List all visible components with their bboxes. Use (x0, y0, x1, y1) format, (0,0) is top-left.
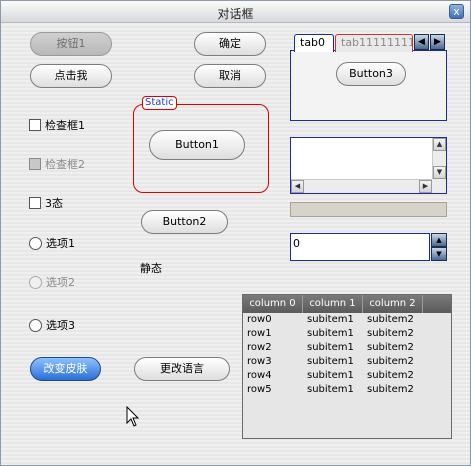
table-row[interactable]: row0 subitem1 subitem2 (243, 313, 451, 327)
radio-1[interactable]: 选项1 (29, 235, 75, 251)
table-cell: row2 (247, 342, 272, 353)
button1[interactable]: Button1 (149, 130, 245, 160)
table-row[interactable]: row2 subitem1 subitem2 (243, 341, 451, 355)
checkbox-tristate[interactable]: 3态 (29, 195, 63, 211)
tab-0[interactable]: tab0 (294, 34, 334, 52)
button1-disabled: 按钮1 (30, 32, 112, 56)
radio-label: 选项2 (46, 276, 75, 289)
column-header[interactable]: column 2 (363, 295, 423, 313)
table-row[interactable]: row5 subitem1 subitem2 (243, 383, 451, 397)
radio-label: 选项1 (46, 237, 75, 250)
button3[interactable]: Button3 (336, 62, 406, 86)
ok-button[interactable]: 确定 (194, 32, 266, 56)
arrow-right-icon[interactable]: ▶ (430, 34, 445, 50)
table-cell: subitem1 (307, 342, 354, 353)
arrow-up-icon[interactable]: ▲ (431, 233, 447, 247)
table-cell: row3 (247, 356, 272, 367)
tab-scroll-arrows: ◀ ▶ (414, 34, 445, 50)
radio-circle[interactable] (29, 236, 42, 250)
table-cell: subitem2 (367, 342, 414, 353)
static-label: 静态 (140, 262, 162, 275)
checkbox-2: 检查框2 (29, 156, 85, 172)
spin-buttons: ▲ ▼ (431, 233, 447, 261)
checkbox-box[interactable] (29, 197, 41, 209)
table-row[interactable]: row4 subitem1 subitem2 (243, 369, 451, 383)
checkbox-label: 检查框2 (45, 158, 85, 171)
table-cell: subitem2 (367, 370, 414, 381)
group-box-label: Static (142, 96, 177, 110)
table-cell: subitem1 (307, 328, 354, 339)
column-header-filler (423, 295, 451, 313)
table-header: column 0 column 1 column 2 (243, 295, 451, 313)
table-cell: subitem2 (367, 384, 414, 395)
scroll-left-icon[interactable]: ◀ (291, 180, 304, 193)
close-icon[interactable]: x (449, 4, 464, 19)
table-cell: subitem2 (367, 314, 414, 325)
table-cell: row4 (247, 370, 272, 381)
table-cell: subitem2 (367, 328, 414, 339)
button2[interactable]: Button2 (141, 210, 228, 234)
table-cell: subitem2 (367, 356, 414, 367)
table-cell: subitem1 (307, 384, 354, 395)
table-cell: subitem1 (307, 370, 354, 381)
scroll-up-icon[interactable]: ▲ (433, 138, 446, 151)
table-cell: subitem1 (307, 356, 354, 367)
radio-label: 选项3 (46, 319, 75, 332)
cancel-button[interactable]: 取消 (194, 64, 266, 88)
scroll-down-icon[interactable]: ▼ (433, 166, 446, 179)
arrow-left-icon[interactable]: ◀ (414, 34, 429, 50)
column-header[interactable]: column 1 (303, 295, 363, 313)
table-cell: subitem1 (307, 314, 354, 325)
checkbox-1[interactable]: 检查框1 (29, 117, 85, 133)
table-row[interactable]: row3 subitem1 subitem2 (243, 355, 451, 369)
column-header[interactable]: column 0 (243, 295, 303, 313)
checkbox-label: 检查框1 (45, 119, 85, 132)
change-skin-button[interactable]: 改变皮肤 (30, 357, 101, 381)
window-title: 对话框 (217, 7, 254, 21)
vertical-scrollbar[interactable]: ▲ ▼ (432, 138, 446, 179)
radio-circle (29, 275, 42, 289)
scrollbar-corner (432, 179, 446, 193)
tab-panel: Button3 (290, 50, 447, 121)
checkbox-label: 3态 (45, 197, 63, 210)
tab-1[interactable]: tab11111111 (335, 34, 413, 52)
change-language-button[interactable]: 更改语言 (134, 357, 230, 381)
arrow-down-icon[interactable]: ▼ (431, 247, 447, 261)
radio-3[interactable]: 选项3 (29, 317, 75, 333)
checkbox-box (29, 158, 41, 170)
checkbox-box[interactable] (29, 119, 41, 131)
horizontal-scrollbar[interactable]: ◀ ▶ (291, 179, 432, 193)
dialog-client-area: 按钮1 点击我 确定 取消 检查框1 检查框2 3态 选项1 选项2 选项3 改… (1, 24, 470, 465)
scroll-right-icon[interactable]: ▶ (419, 180, 432, 193)
table-cell: row1 (247, 328, 272, 339)
radio-2: 选项2 (29, 274, 75, 290)
mouse-pointer-icon (126, 406, 140, 427)
table-row[interactable]: row1 subitem1 subitem2 (243, 327, 451, 341)
click-me-button[interactable]: 点击我 (30, 64, 112, 88)
table-cell: row5 (247, 384, 272, 395)
list-box[interactable]: ▲ ▼ ◀ ▶ (290, 137, 447, 194)
list-table[interactable]: column 0 column 1 column 2 row0 subitem1… (242, 294, 452, 439)
title-bar[interactable]: 对话框 x (1, 1, 470, 23)
progress-bar (290, 202, 447, 217)
spin-edit-field[interactable]: 0 (290, 233, 430, 261)
table-cell: row0 (247, 314, 272, 325)
radio-circle[interactable] (29, 318, 42, 332)
dialog-window: 对话框 x 按钮1 点击我 确定 取消 检查框1 检查框2 3态 选项1 选项2 (0, 0, 471, 466)
